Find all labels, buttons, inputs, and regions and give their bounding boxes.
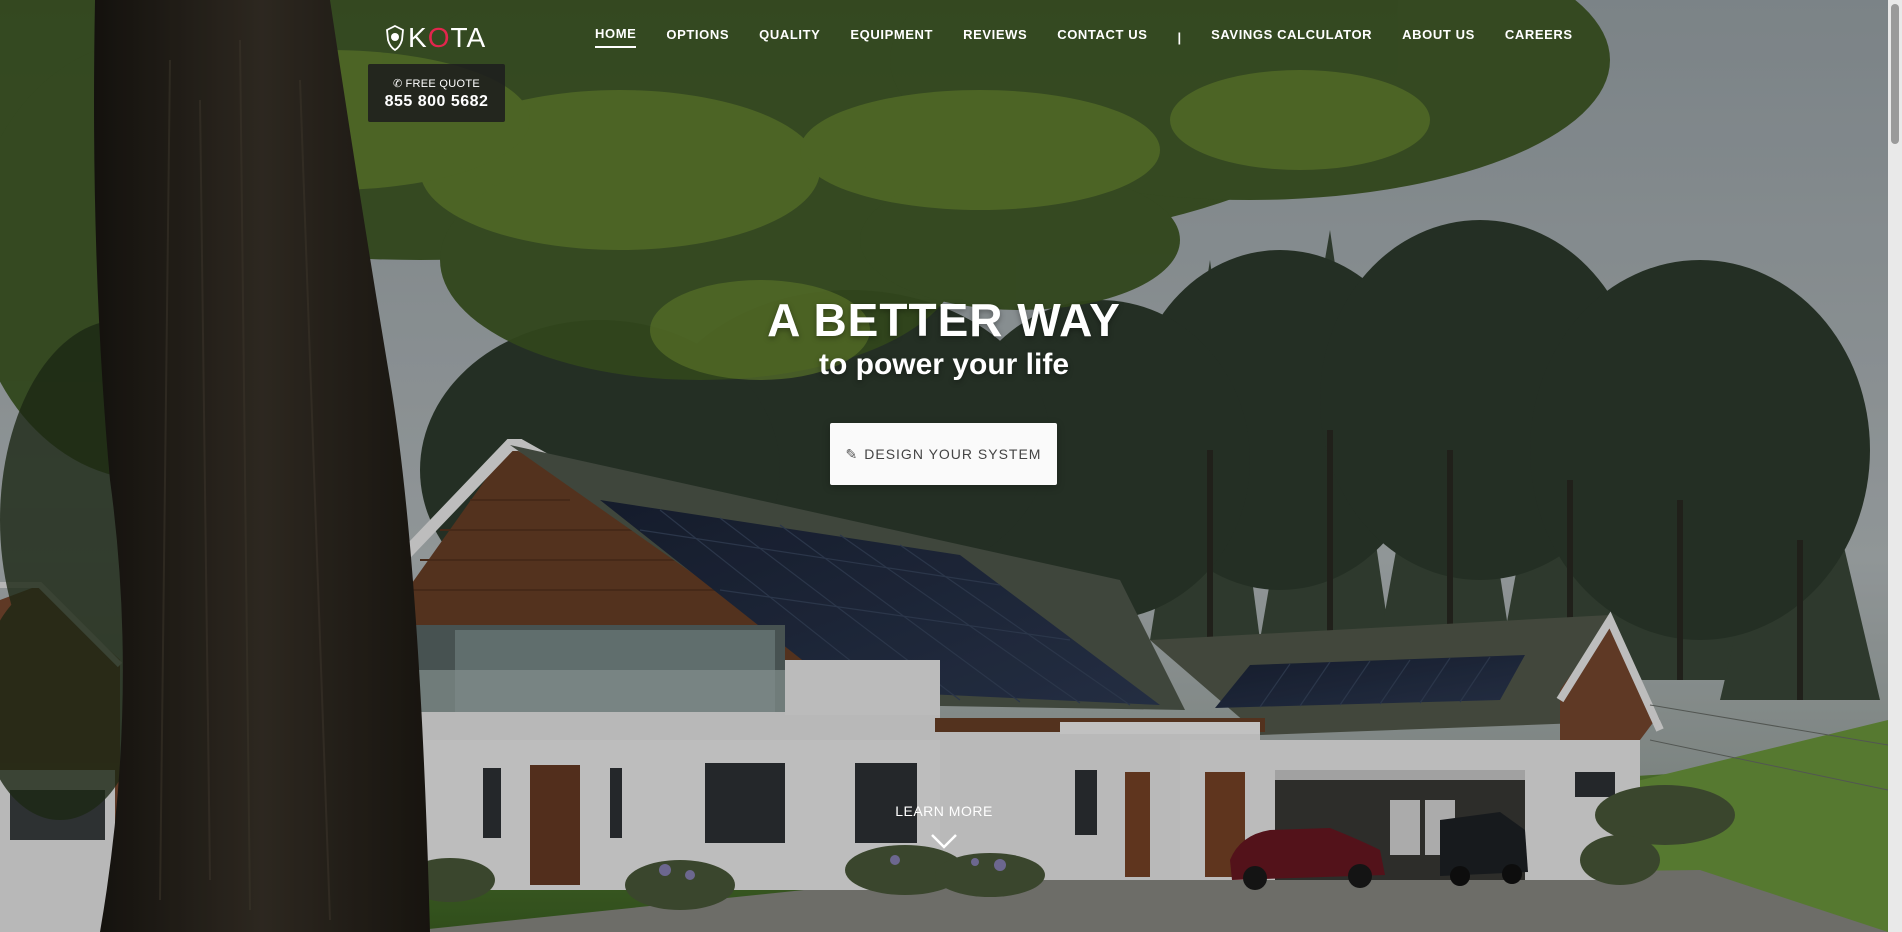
pencil-icon: ✎ xyxy=(845,445,859,462)
nav-options[interactable]: OPTIONS xyxy=(666,27,729,47)
chevron-down-icon[interactable] xyxy=(930,832,958,850)
nav-separator: | xyxy=(1177,29,1182,45)
design-your-system-button[interactable]: ✎ DESIGN YOUR SYSTEM xyxy=(830,423,1057,485)
main-nav: HOME OPTIONS QUALITY EQUIPMENT REVIEWS C… xyxy=(595,26,1603,48)
scrollbar-thumb[interactable] xyxy=(1891,4,1899,144)
lion-shield-icon xyxy=(386,25,404,51)
nav-quality[interactable]: QUALITY xyxy=(759,27,820,47)
logo-wordmark: KOTA xyxy=(408,22,487,53)
nav-savings-calculator[interactable]: SAVINGS CALCULATOR xyxy=(1211,27,1372,47)
page-scrollbar[interactable] xyxy=(1888,0,1902,932)
nav-about-us[interactable]: ABOUT US xyxy=(1402,27,1475,47)
nav-reviews[interactable]: REVIEWS xyxy=(963,27,1027,47)
phone-number: 855 800 5682 xyxy=(384,93,489,110)
nav-home[interactable]: HOME xyxy=(595,26,637,48)
kota-logo[interactable]: KOTA xyxy=(385,22,486,54)
hero-title: A BETTER WAY xyxy=(767,294,1121,346)
free-quote-label: FREE QUOTE xyxy=(405,78,481,90)
phone-icon: ✆ xyxy=(392,78,403,90)
hero-subtitle: to power your life xyxy=(818,348,1070,381)
nav-contact-us[interactable]: CONTACT US xyxy=(1057,27,1147,47)
learn-more-link[interactable]: LEARN MORE xyxy=(0,803,1888,819)
nav-careers[interactable]: CAREERS xyxy=(1505,27,1573,47)
nav-equipment[interactable]: EQUIPMENT xyxy=(850,27,933,47)
free-quote-phone-button[interactable]: ✆ FREE QUOTE 855 800 5682 xyxy=(368,64,505,122)
design-your-system-label: DESIGN YOUR SYSTEM xyxy=(864,446,1042,462)
